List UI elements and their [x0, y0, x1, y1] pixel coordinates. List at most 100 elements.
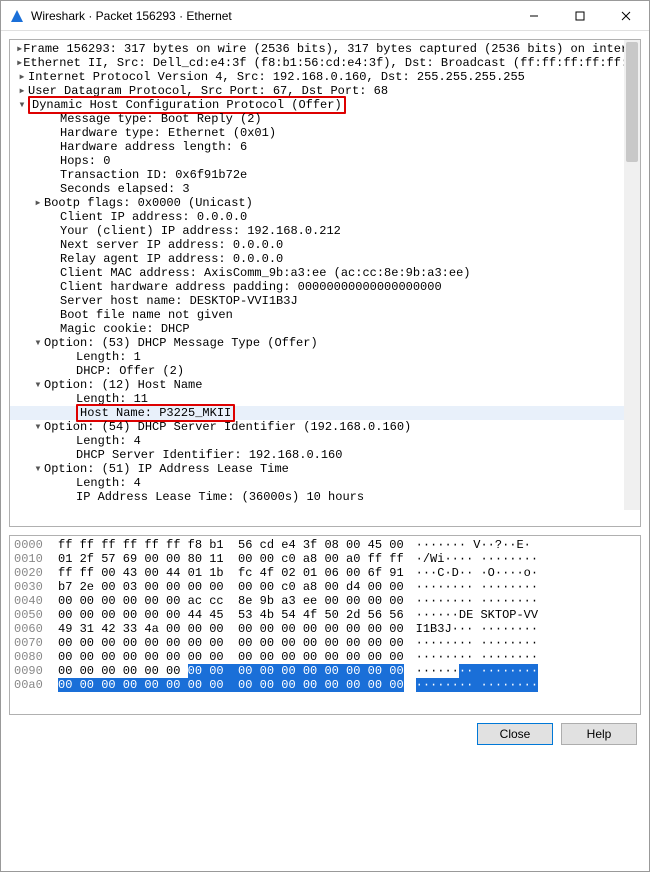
- tree-label: Transaction ID: 0x6f91b72e: [60, 168, 247, 182]
- hex-row[interactable]: 001001 2f 57 69 00 00 80 11 00 00 c0 a8 …: [14, 552, 636, 566]
- hex-row[interactable]: 005000 00 00 00 00 00 44 45 53 4b 54 4f …: [14, 608, 636, 622]
- hex-offset: 0080: [14, 650, 58, 664]
- tree-label: Client MAC address: AxisComm_9b:a3:ee (a…: [60, 266, 470, 280]
- window-title: Wireshark · Packet 156293 · Ethernet: [31, 9, 511, 23]
- close-window-button[interactable]: [603, 1, 649, 31]
- tree-row[interactable]: ▸Internet Protocol Version 4, Src: 192.1…: [10, 70, 640, 84]
- tree-row[interactable]: ▾Option: (12) Host Name: [10, 378, 640, 392]
- hex-ascii: ······DE SKTOP-VV: [404, 608, 538, 622]
- tree-row[interactable]: Client MAC address: AxisComm_9b:a3:ee (a…: [10, 266, 640, 280]
- packet-bytes-pane[interactable]: 0000ff ff ff ff ff ff f8 b1 56 cd e4 3f …: [9, 535, 641, 715]
- tree-row[interactable]: Transaction ID: 0x6f91b72e: [10, 168, 640, 182]
- minimize-button[interactable]: [511, 1, 557, 31]
- tree-row[interactable]: DHCP Server Identifier: 192.168.0.160: [10, 448, 640, 462]
- hex-row[interactable]: 004000 00 00 00 00 00 ac cc 8e 9b a3 ee …: [14, 594, 636, 608]
- hex-bytes: ff ff ff ff ff ff f8 b1 56 cd e4 3f 08 0…: [58, 538, 404, 552]
- tree-row[interactable]: Client IP address: 0.0.0.0: [10, 210, 640, 224]
- tree-row[interactable]: Message type: Boot Reply (2): [10, 112, 640, 126]
- tree-row[interactable]: Next server IP address: 0.0.0.0: [10, 238, 640, 252]
- hex-row[interactable]: 009000 00 00 00 00 00 00 00 00 00 00 00 …: [14, 664, 636, 678]
- hex-offset: 0050: [14, 608, 58, 622]
- tree-row[interactable]: ▸Frame 156293: 317 bytes on wire (2536 b…: [10, 42, 640, 56]
- tree-row[interactable]: Length: 1: [10, 350, 640, 364]
- hex-bytes: 01 2f 57 69 00 00 80 11 00 00 c0 a8 00 a…: [58, 552, 404, 566]
- tree-row[interactable]: Hardware address length: 6: [10, 140, 640, 154]
- hex-ascii: ······· V··?··E·: [404, 538, 531, 552]
- hex-offset: 0060: [14, 622, 58, 636]
- scrollbar-thumb[interactable]: [626, 42, 638, 162]
- tree-label: Frame 156293: 317 bytes on wire (2536 bi…: [23, 42, 640, 56]
- expand-icon[interactable]: ▸: [32, 196, 44, 210]
- hex-offset: 0070: [14, 636, 58, 650]
- collapse-icon[interactable]: ▾: [16, 98, 28, 112]
- hex-ascii: ········ ········: [404, 664, 538, 678]
- tree-row[interactable]: Hardware type: Ethernet (0x01): [10, 126, 640, 140]
- collapse-icon[interactable]: ▾: [32, 378, 44, 392]
- tree-row[interactable]: ▾Option: (53) DHCP Message Type (Offer): [10, 336, 640, 350]
- hex-row[interactable]: 006049 31 42 33 4a 00 00 00 00 00 00 00 …: [14, 622, 636, 636]
- collapse-icon[interactable]: ▾: [32, 462, 44, 476]
- tree-row[interactable]: ▾Dynamic Host Configuration Protocol (Of…: [10, 98, 640, 112]
- wireshark-icon: [9, 8, 25, 24]
- tree-row[interactable]: ▸Ethernet II, Src: Dell_cd:e4:3f (f8:b1:…: [10, 56, 640, 70]
- hex-bytes: ff ff 00 43 00 44 01 1b fc 4f 02 01 06 0…: [58, 566, 404, 580]
- tree-row[interactable]: DHCP: Offer (2): [10, 364, 640, 378]
- tree-label: Relay agent IP address: 0.0.0.0: [60, 252, 283, 266]
- tree-label: Message type: Boot Reply (2): [60, 112, 262, 126]
- tree-row[interactable]: Client hardware address padding: 0000000…: [10, 280, 640, 294]
- expand-icon[interactable]: ▸: [16, 84, 28, 98]
- hex-offset: 0090: [14, 664, 58, 678]
- tree-label: Option: (53) DHCP Message Type (Offer): [44, 336, 318, 350]
- tree-label: Length: 1: [76, 350, 141, 364]
- hex-bytes: 00 00 00 00 00 00 44 45 53 4b 54 4f 50 2…: [58, 608, 404, 622]
- tree-label: Your (client) IP address: 192.168.0.212: [60, 224, 341, 238]
- tree-row[interactable]: Seconds elapsed: 3: [10, 182, 640, 196]
- expand-icon[interactable]: ▸: [16, 56, 23, 70]
- hex-ascii: ·/Wi···· ········: [404, 552, 538, 566]
- hex-row[interactable]: 0000ff ff ff ff ff ff f8 b1 56 cd e4 3f …: [14, 538, 636, 552]
- tree-label: Option: (51) IP Address Lease Time: [44, 462, 289, 476]
- tree-row[interactable]: Length: 4: [10, 476, 640, 490]
- collapse-icon[interactable]: ▾: [32, 420, 44, 434]
- tree-row[interactable]: Relay agent IP address: 0.0.0.0: [10, 252, 640, 266]
- packet-details-tree[interactable]: ▸Frame 156293: 317 bytes on wire (2536 b…: [10, 40, 640, 526]
- tree-label: Option: (12) Host Name: [44, 378, 202, 392]
- maximize-button[interactable]: [557, 1, 603, 31]
- titlebar: Wireshark · Packet 156293 · Ethernet: [1, 1, 649, 31]
- hex-ascii: ········ ········: [404, 636, 538, 650]
- tree-label: DHCP: Offer (2): [76, 364, 184, 378]
- close-button[interactable]: Close: [477, 723, 553, 745]
- tree-row[interactable]: Server host name: DESKTOP-VVI1B3J: [10, 294, 640, 308]
- tree-row[interactable]: ▾Option: (54) DHCP Server Identifier (19…: [10, 420, 640, 434]
- tree-row[interactable]: Your (client) IP address: 192.168.0.212: [10, 224, 640, 238]
- vertical-scrollbar[interactable]: [624, 40, 640, 510]
- hex-row[interactable]: 0020ff ff 00 43 00 44 01 1b fc 4f 02 01 …: [14, 566, 636, 580]
- help-button[interactable]: Help: [561, 723, 637, 745]
- tree-row[interactable]: ▸Bootp flags: 0x0000 (Unicast): [10, 196, 640, 210]
- tree-row[interactable]: Length: 4: [10, 434, 640, 448]
- tree-label: Option: (54) DHCP Server Identifier (192…: [44, 420, 411, 434]
- hex-dump[interactable]: 0000ff ff ff ff ff ff f8 b1 56 cd e4 3f …: [10, 536, 640, 714]
- expand-icon[interactable]: ▸: [16, 42, 23, 56]
- tree-row[interactable]: ▾Option: (51) IP Address Lease Time: [10, 462, 640, 476]
- hex-offset: 0010: [14, 552, 58, 566]
- hex-ascii: ········ ········: [404, 678, 538, 692]
- hex-bytes: b7 2e 00 03 00 00 00 00 00 00 c0 a8 00 d…: [58, 580, 404, 594]
- content-area: ▸Frame 156293: 317 bytes on wire (2536 b…: [1, 31, 649, 871]
- tree-row[interactable]: Boot file name not given: [10, 308, 640, 322]
- hex-row[interactable]: 0030b7 2e 00 03 00 00 00 00 00 00 c0 a8 …: [14, 580, 636, 594]
- tree-label: Bootp flags: 0x0000 (Unicast): [44, 196, 253, 210]
- hex-row[interactable]: 008000 00 00 00 00 00 00 00 00 00 00 00 …: [14, 650, 636, 664]
- tree-row[interactable]: Hops: 0: [10, 154, 640, 168]
- tree-row[interactable]: Magic cookie: DHCP: [10, 322, 640, 336]
- tree-row[interactable]: Host Name: P3225_MKII: [10, 406, 640, 420]
- packet-details-pane[interactable]: ▸Frame 156293: 317 bytes on wire (2536 b…: [9, 39, 641, 527]
- tree-row[interactable]: IP Address Lease Time: (36000s) 10 hours: [10, 490, 640, 504]
- tree-label: Ethernet II, Src: Dell_cd:e4:3f (f8:b1:5…: [23, 56, 640, 70]
- hex-row[interactable]: 007000 00 00 00 00 00 00 00 00 00 00 00 …: [14, 636, 636, 650]
- expand-icon[interactable]: ▸: [16, 70, 28, 84]
- tree-label: Seconds elapsed: 3: [60, 182, 190, 196]
- hex-offset: 0020: [14, 566, 58, 580]
- collapse-icon[interactable]: ▾: [32, 336, 44, 350]
- hex-row[interactable]: 00a000 00 00 00 00 00 00 00 00 00 00 00 …: [14, 678, 636, 692]
